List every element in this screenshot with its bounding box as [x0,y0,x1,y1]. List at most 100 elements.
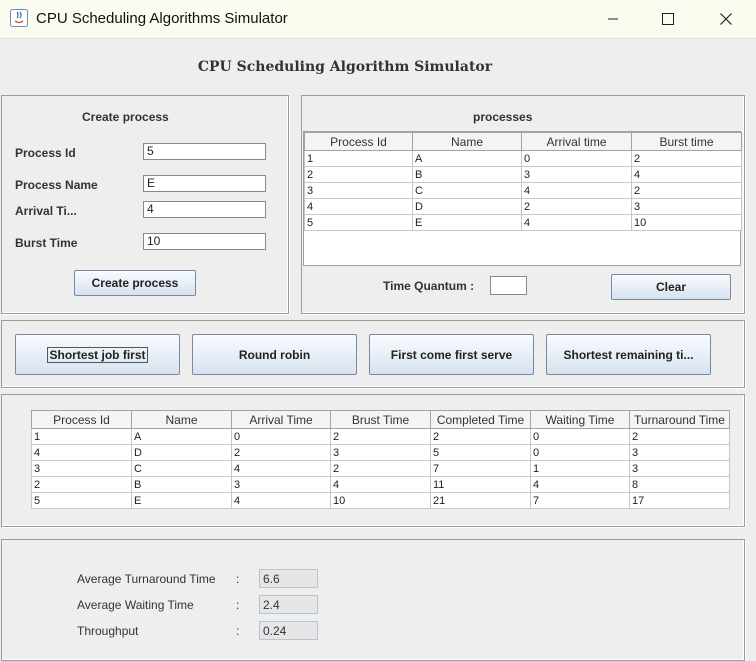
table-cell[interactable]: 7 [530,492,630,509]
table-cell[interactable]: E [131,492,232,509]
table-cell[interactable]: 3 [629,444,730,461]
table-cell[interactable]: 4 [530,476,630,493]
table-cell[interactable]: 2 [304,166,413,183]
column-header[interactable]: Turnaround Time [629,410,730,429]
table-row[interactable]: 3C42 [304,182,742,199]
table-cell[interactable]: 4 [31,444,132,461]
arrival-time-field[interactable]: 4 [143,201,266,218]
column-header[interactable]: Waiting Time [530,410,630,429]
first-come-first-serve-button[interactable]: First come first serve [369,334,534,375]
page-heading: CPU Scheduling Algorithm Simulator [197,59,493,75]
table-cell[interactable]: 2 [330,428,431,445]
table-cell[interactable]: 2 [631,182,742,199]
table-cell[interactable]: 10 [631,214,742,231]
table-cell[interactable]: 2 [631,150,742,167]
table-cell[interactable]: 2 [231,444,331,461]
avg-waiting-label: Average Waiting Time [77,598,194,612]
table-cell[interactable]: 21 [430,492,531,509]
table-cell[interactable]: 3 [631,198,742,215]
time-quantum-field[interactable] [490,276,527,295]
burst-time-field[interactable]: 10 [143,233,266,250]
table-cell[interactable]: C [412,182,522,199]
table-cell[interactable]: B [412,166,522,183]
column-header[interactable]: Process Id [31,410,132,429]
table-row[interactable]: 2 B 3 4 11 4 8 [31,476,730,493]
minimize-icon [608,18,618,20]
table-cell[interactable]: 3 [231,476,331,493]
table-cell[interactable]: D [412,198,522,215]
minimize-button[interactable] [590,0,636,38]
table-cell[interactable]: 10 [330,492,431,509]
table-cell[interactable]: 3 [629,460,730,477]
column-header[interactable]: Name [412,132,522,151]
round-robin-button[interactable]: Round robin [192,334,357,375]
table-row[interactable]: 5 E 4 10 [304,214,742,231]
create-process-button[interactable]: Create process [74,270,196,296]
processes-table: Process Id Name Arrival time Burst time … [304,132,742,231]
table-cell[interactable]: 4 [330,476,431,493]
table-cell[interactable]: B [131,476,232,493]
table-cell[interactable]: 3 [304,182,413,199]
table-cell[interactable]: 2 [430,428,531,445]
time-quantum-label: Time Quantum : [383,279,475,293]
table-cell[interactable]: 5 [31,492,132,509]
window-title: CPU Scheduling Algorithms Simulator [36,10,288,27]
table-cell[interactable]: 3 [521,166,632,183]
table-cell[interactable]: 4 [231,492,331,509]
table-cell[interactable]: A [412,150,522,167]
table-row[interactable]: 2B34 [304,166,742,183]
table-cell[interactable]: 3 [31,460,132,477]
table-cell[interactable]: A [131,428,232,445]
table-cell[interactable]: 17 [629,492,730,509]
table-cell[interactable]: 2 [31,476,132,493]
table-cell[interactable]: C [131,460,232,477]
table-cell[interactable]: 5 [430,444,531,461]
column-header[interactable]: Burst time [631,132,742,151]
table-cell[interactable]: D [131,444,232,461]
table-cell[interactable]: 4 [631,166,742,183]
clear-button[interactable]: Clear [611,274,731,300]
table-cell[interactable]: 11 [430,476,531,493]
column-header[interactable]: Name [131,410,232,429]
table-row[interactable]: 4D23503 [31,444,730,461]
table-cell[interactable]: 4 [521,182,632,199]
table-row[interactable]: 5 E 4 10 21 7 17 [31,492,730,509]
table-cell[interactable]: 1 [304,150,413,167]
column-header[interactable]: Brust Time [330,410,431,429]
table-cell[interactable]: 0 [521,150,632,167]
table-cell[interactable]: 0 [530,444,630,461]
table-cell[interactable]: E [412,214,522,231]
throughput-label: Throughput [77,624,139,638]
close-button[interactable] [703,0,749,38]
title-bar[interactable]: CPU Scheduling Algorithms Simulator [0,0,756,39]
table-cell[interactable]: 0 [530,428,630,445]
table-row[interactable]: 1A02 [304,150,742,167]
table-cell[interactable]: 2 [521,198,632,215]
table-row[interactable]: 1A02202 [31,428,730,445]
column-header[interactable]: Process Id [304,132,413,151]
table-cell[interactable]: 4 [231,460,331,477]
table-cell[interactable]: 2 [330,460,431,477]
table-row[interactable]: 4D23 [304,198,742,215]
table-cell[interactable]: 2 [629,428,730,445]
column-header[interactable]: Arrival Time [231,410,331,429]
table-cell[interactable]: 8 [629,476,730,493]
table-cell[interactable]: 4 [521,214,632,231]
table-cell[interactable]: 1 [530,460,630,477]
table-cell[interactable]: 7 [430,460,531,477]
table-cell[interactable]: 3 [330,444,431,461]
maximize-button[interactable] [645,0,691,38]
table-cell[interactable]: 5 [304,214,413,231]
shortest-remaining-time-button[interactable]: Shortest remaining ti... [546,334,711,375]
avg-waiting-value: 2.4 [259,595,318,614]
shortest-job-first-button[interactable]: Shortest job first [15,334,180,375]
colon-separator: : [236,572,240,586]
column-header[interactable]: Completed Time [430,410,531,429]
table-cell[interactable]: 1 [31,428,132,445]
process-id-field[interactable]: 5 [143,143,266,160]
column-header[interactable]: Arrival time [521,132,632,151]
table-cell[interactable]: 0 [231,428,331,445]
table-cell[interactable]: 4 [304,198,413,215]
process-name-field[interactable]: E [143,175,266,192]
table-row[interactable]: 3C42713 [31,460,730,477]
